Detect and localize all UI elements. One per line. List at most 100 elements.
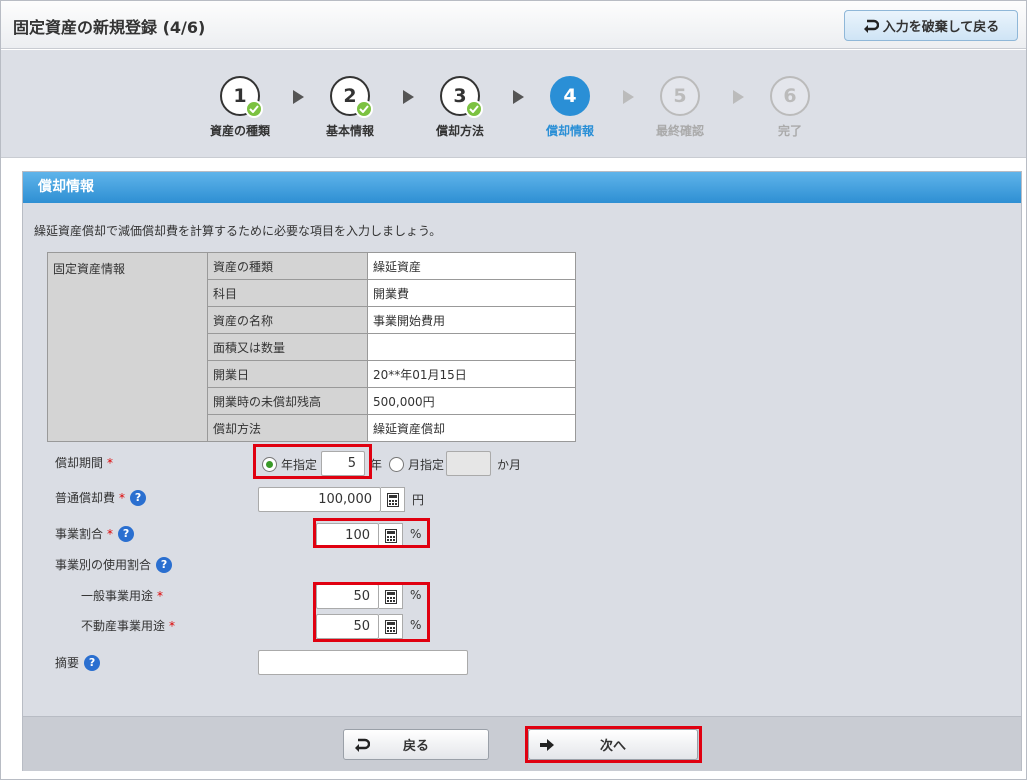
usage-ratio-label: 事業別の使用割合 ? xyxy=(55,556,173,573)
check-icon xyxy=(355,100,373,118)
month-unit: か月 xyxy=(497,458,522,472)
step-5: 5 最終確認 xyxy=(635,76,725,139)
step-4: 4 償却情報 xyxy=(525,76,615,139)
step-arrow-icon xyxy=(513,90,524,104)
step-3-label: 償却方法 xyxy=(435,124,484,138)
year-specify-label: 年指定 xyxy=(281,458,318,472)
calculator-icon[interactable] xyxy=(379,584,403,609)
panel-title: 償却情報 xyxy=(23,172,1021,203)
discard-button-label: 入力を破棄して戻る xyxy=(882,20,1000,35)
step-6: 6 完了 xyxy=(745,76,835,139)
summary-label: 摘要 ? xyxy=(55,654,101,671)
table-cell-value: 20**年01月15日 xyxy=(367,360,576,388)
step-5-label: 最終確認 xyxy=(655,124,704,138)
yen-unit: 円 xyxy=(412,493,425,507)
page-header: 固定資産の新規登録 (4/6) 入力を破棄して戻る xyxy=(1,1,1026,49)
percent-unit: % xyxy=(410,618,422,632)
period-months-input[interactable] xyxy=(446,451,491,476)
step-4-number: 4 xyxy=(563,85,577,107)
help-icon[interactable]: ? xyxy=(84,654,101,671)
table-row: 固定資産情報 資産の種類 繰延資産 xyxy=(47,252,576,442)
step-3-circle: 3 xyxy=(440,76,483,118)
table-cell-value: 500,000円 xyxy=(367,387,576,415)
arrow-right-icon xyxy=(540,739,554,751)
step-2-label: 基本情報 xyxy=(325,124,374,138)
intro-text: 繰延資産償却で減価償却費を計算するために必要な項目を入力しましょう。 xyxy=(34,224,442,238)
normal-depreciation-input[interactable]: 100,000 xyxy=(258,487,381,512)
next-button[interactable]: 次へ xyxy=(528,729,698,760)
table-cell-value: 事業開始費用 xyxy=(367,306,576,334)
table-cell-value xyxy=(367,333,576,361)
required-mark: * xyxy=(169,618,176,633)
depreciation-info-panel: 償却情報 繰延資産償却で減価償却費を計算するために必要な項目を入力しましょう。 … xyxy=(22,171,1022,771)
table-cell-value: 開業費 xyxy=(367,279,576,307)
percent-unit: % xyxy=(410,588,422,602)
table-cell-label: 資産の名称 xyxy=(207,306,368,334)
realestate-use-label: 不動産事業用途 * xyxy=(81,617,175,634)
step-5-number: 5 xyxy=(673,85,687,107)
normal-depreciation-label-text: 普通償却費 xyxy=(55,491,116,505)
step-5-circle: 5 xyxy=(660,76,700,116)
table-cell-label: 開業日 xyxy=(207,360,368,388)
depreciation-period-label: 償却期間 * xyxy=(55,454,113,471)
step-2: 2 基本情報 xyxy=(305,76,395,139)
business-ratio-label-text: 事業割合 xyxy=(55,527,104,541)
realestate-use-label-text: 不動産事業用途 xyxy=(81,619,166,633)
business-ratio-input[interactable]: 100 xyxy=(316,523,379,548)
required-mark: * xyxy=(107,455,114,470)
step-6-number: 6 xyxy=(783,85,797,107)
calculator-icon[interactable] xyxy=(381,487,405,512)
asset-info-group-label: 固定資産情報 xyxy=(47,252,208,442)
step-1-circle: 1 xyxy=(220,76,263,118)
asset-info-table: 固定資産情報 資産の種類 繰延資産 科目 開業費 資産の名称 事業開始費用 面積… xyxy=(47,252,576,442)
step-1-number: 1 xyxy=(233,85,247,107)
general-use-input[interactable]: 50 xyxy=(316,584,379,609)
app-window: 固定資産の新規登録 (4/6) 入力を破棄して戻る 1 資産の種類 2 基本情報 xyxy=(0,0,1027,780)
step-1-label: 資産の種類 xyxy=(209,124,270,138)
required-mark: * xyxy=(107,526,114,541)
table-cell-label: 開業時の未償却残高 xyxy=(207,387,368,415)
step-3: 3 償却方法 xyxy=(415,76,505,139)
month-specify-radio[interactable] xyxy=(389,457,404,472)
realestate-use-input[interactable]: 50 xyxy=(316,614,379,639)
year-specify-radio[interactable] xyxy=(262,457,277,472)
step-arrow-icon xyxy=(293,90,304,104)
back-button[interactable]: 戻る xyxy=(343,729,489,760)
step-arrow-icon xyxy=(623,90,634,104)
required-mark: * xyxy=(157,588,164,603)
discard-and-back-button[interactable]: 入力を破棄して戻る xyxy=(844,10,1018,41)
calculator-icon[interactable] xyxy=(379,614,403,639)
calculator-icon[interactable] xyxy=(379,523,403,548)
help-icon[interactable]: ? xyxy=(130,489,147,506)
step-4-circle: 4 xyxy=(550,76,590,116)
year-unit: 年 xyxy=(370,458,383,472)
check-icon xyxy=(465,100,483,118)
panel-footer: 戻る 次へ xyxy=(23,716,1021,771)
summary-label-text: 摘要 xyxy=(55,656,80,670)
help-icon[interactable]: ? xyxy=(156,556,173,573)
business-ratio-label: 事業割合 * ? xyxy=(55,525,135,542)
summary-input[interactable] xyxy=(258,650,468,675)
usage-ratio-label-text: 事業別の使用割合 xyxy=(55,558,152,572)
normal-depreciation-label: 普通償却費 * ? xyxy=(55,489,147,506)
page-title: 固定資産の新規登録 (4/6) xyxy=(13,18,206,37)
progress-stepper: 1 資産の種類 2 基本情報 3 償却方法 4 償却情報 5 最終確認 6 完了 xyxy=(1,50,1026,158)
month-specify-label: 月指定 xyxy=(408,458,445,472)
required-mark: * xyxy=(119,490,126,505)
step-2-circle: 2 xyxy=(330,76,373,118)
period-years-input[interactable]: 5 xyxy=(321,451,365,476)
table-cell-label: 償却方法 xyxy=(207,414,368,442)
general-use-label: 一般事業用途 * xyxy=(81,587,163,604)
step-6-label: 完了 xyxy=(777,124,802,138)
step-2-number: 2 xyxy=(343,85,357,107)
step-3-number: 3 xyxy=(453,85,467,107)
step-4-label: 償却情報 xyxy=(545,124,594,138)
table-cell-label: 科目 xyxy=(207,279,368,307)
step-1: 1 資産の種類 xyxy=(195,76,285,139)
table-cell-value: 繰延資産償却 xyxy=(367,414,576,442)
table-cell-label: 資産の種類 xyxy=(207,252,368,280)
help-icon[interactable]: ? xyxy=(118,525,135,542)
general-use-label-text: 一般事業用途 xyxy=(81,589,154,603)
step-6-circle: 6 xyxy=(770,76,810,116)
return-arrow-icon xyxy=(355,738,370,752)
